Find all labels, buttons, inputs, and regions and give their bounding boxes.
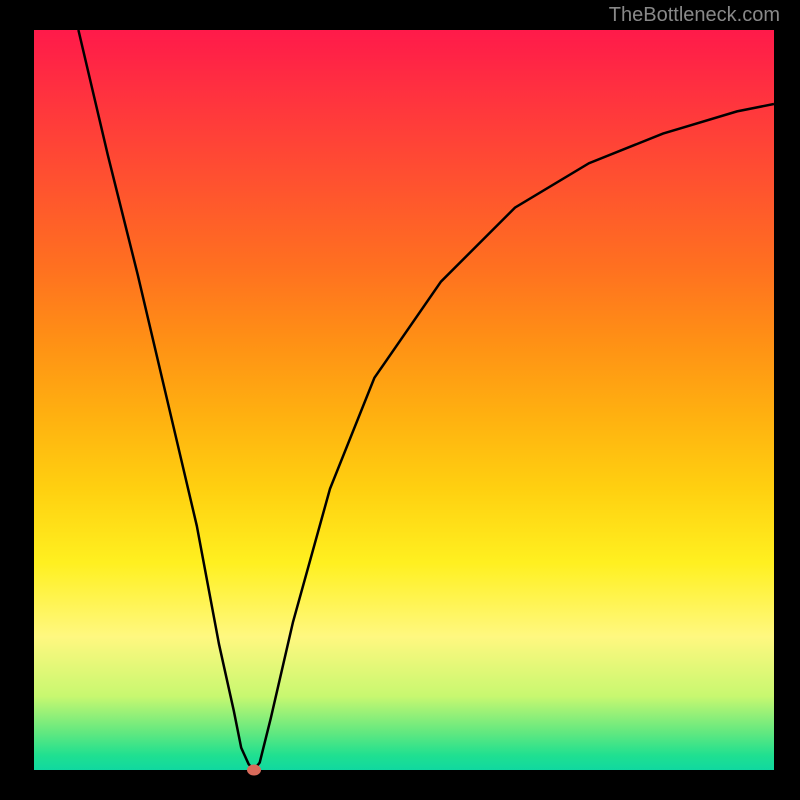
watermark-text: TheBottleneck.com xyxy=(609,4,780,27)
bottleneck-curve xyxy=(34,30,774,770)
optimal-point-marker xyxy=(247,765,261,776)
chart-plot-area xyxy=(34,30,774,770)
